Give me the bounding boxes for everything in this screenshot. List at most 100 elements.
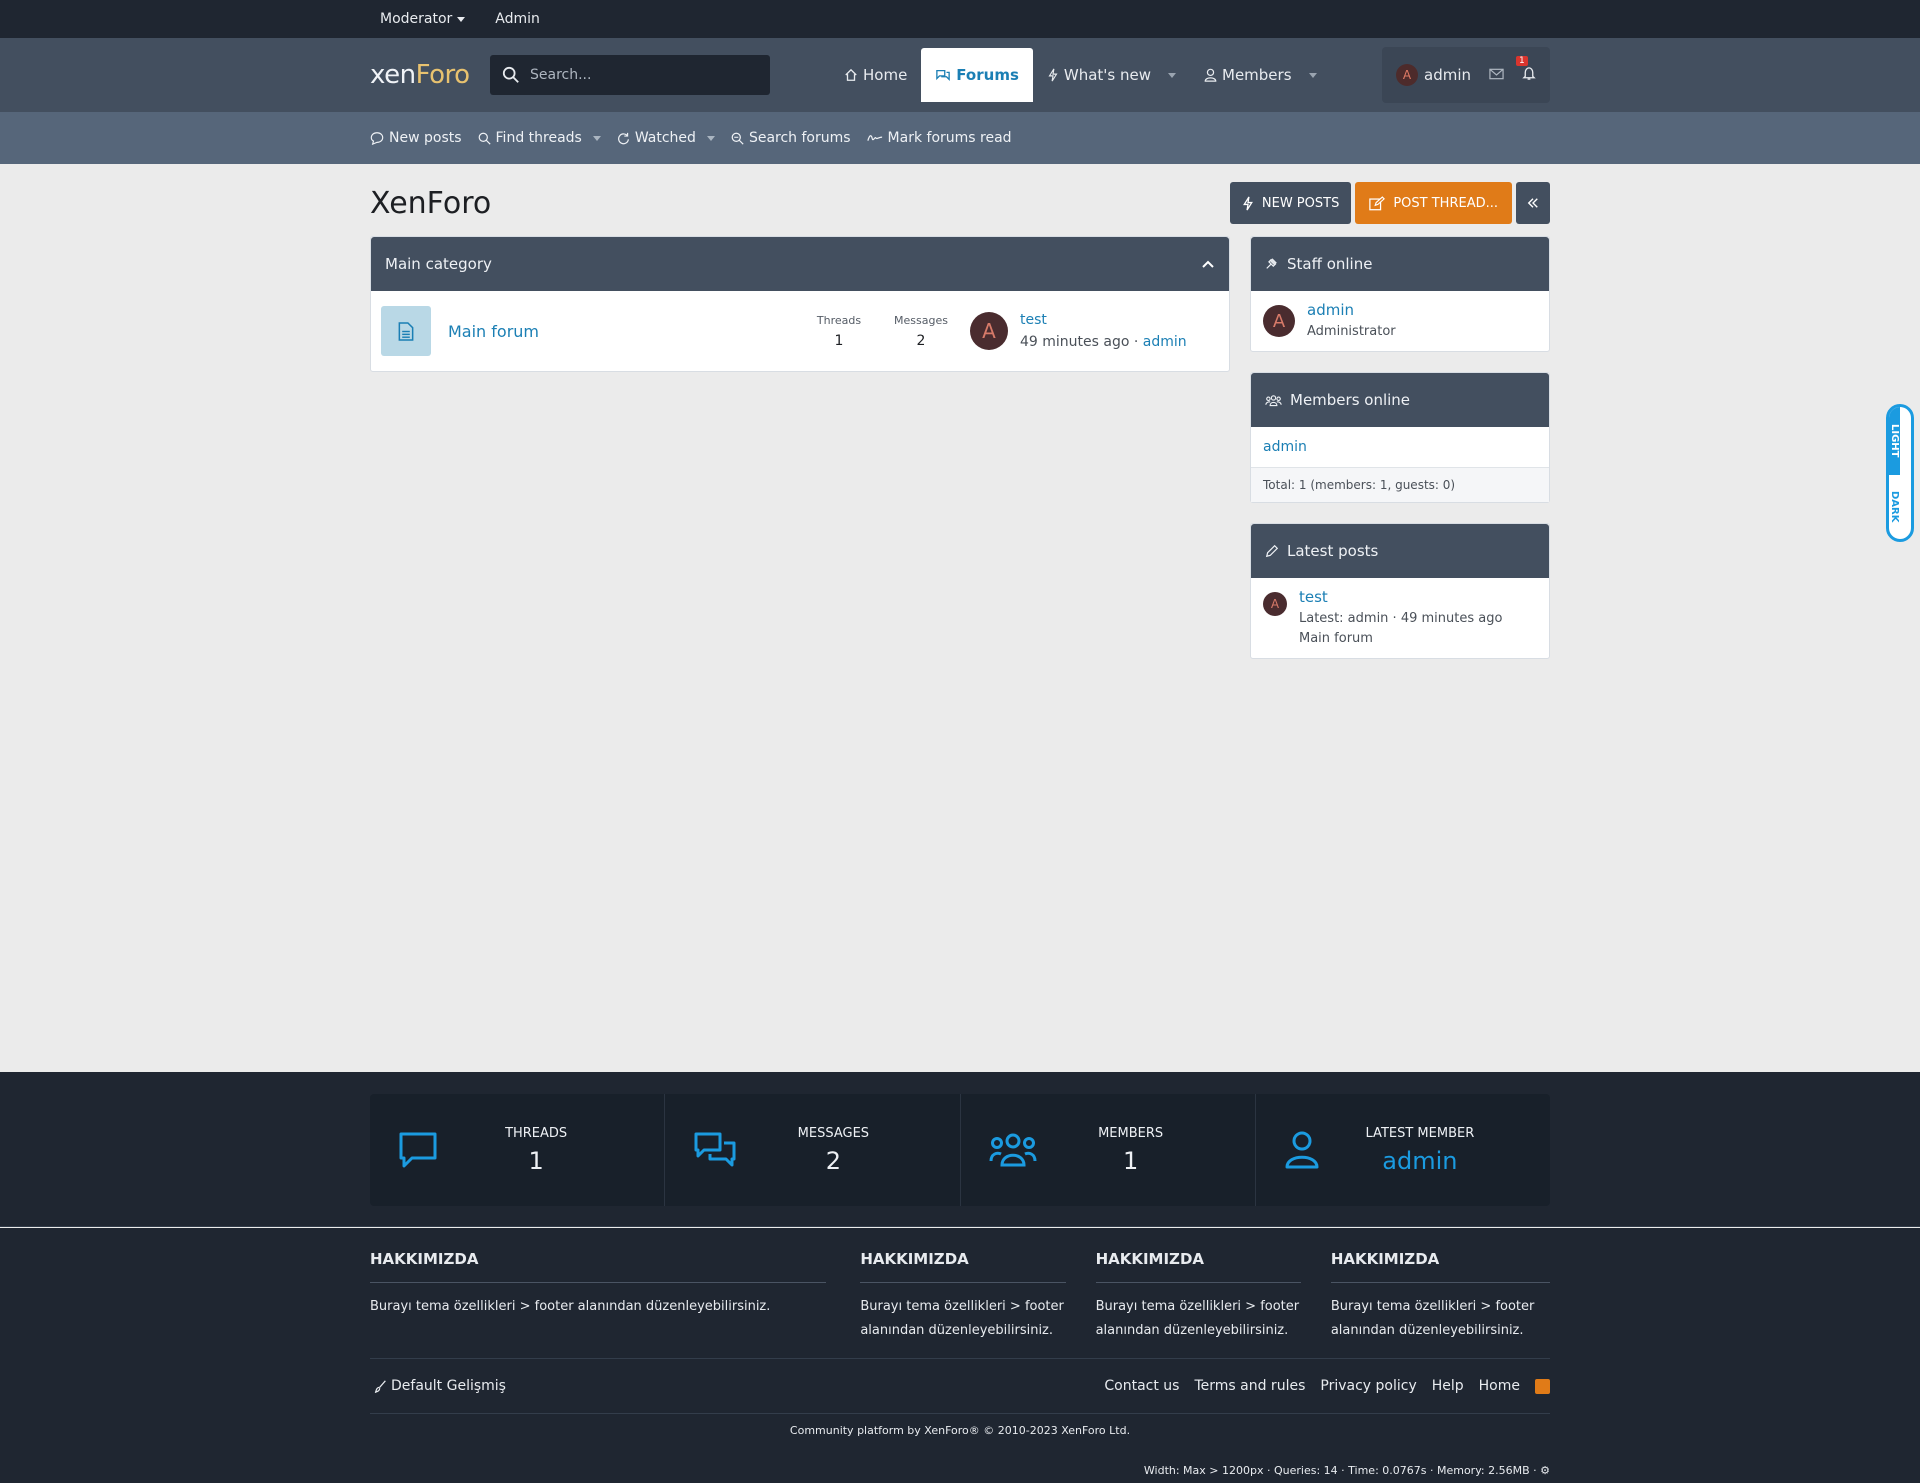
moderator-menu[interactable]: Moderator	[380, 11, 466, 27]
chevron-down-icon[interactable]	[592, 135, 601, 141]
envelope-icon	[1489, 68, 1504, 80]
block-title: Members online	[1290, 391, 1411, 409]
dark-mode-toggle[interactable]: DARK	[1889, 475, 1900, 539]
bolt-icon	[1048, 68, 1058, 82]
search-placeholder: Search...	[530, 67, 592, 83]
users-icon	[1265, 394, 1282, 406]
refresh-icon	[617, 132, 629, 144]
chevron-down-icon[interactable]	[1308, 72, 1317, 78]
site-logo[interactable]: xenForo	[370, 60, 490, 90]
avatar[interactable]: A	[1263, 305, 1295, 337]
avatar: A	[1396, 64, 1418, 86]
search-plus-icon	[731, 132, 744, 145]
latest-post-meta: Latest: admin · 49 minutes ago	[1299, 611, 1503, 626]
forum-node: Main forum Threads 1 Messages 2 A test 4…	[371, 291, 1229, 371]
tab-members[interactable]: Members	[1190, 48, 1331, 102]
toggle-sidebar-button[interactable]	[1516, 182, 1550, 224]
last-post-title[interactable]: test	[1020, 312, 1047, 328]
rss-icon[interactable]	[1535, 1378, 1550, 1394]
watched-link[interactable]: Watched	[617, 130, 715, 146]
alerts-button[interactable]: 1	[1516, 55, 1536, 85]
contact-link[interactable]: Contact us	[1104, 1378, 1179, 1394]
last-post: A test 49 minutes ago · admin	[970, 312, 1187, 350]
bolt-icon	[1242, 196, 1253, 210]
user-icon	[1285, 1131, 1319, 1169]
tab-forums[interactable]: Forums	[921, 48, 1033, 102]
double-chevron-left-icon	[1527, 198, 1538, 208]
inbox-button[interactable]	[1489, 66, 1504, 84]
account-name: admin	[1424, 66, 1471, 84]
theme-switch[interactable]: LIGHT DARK	[1886, 404, 1914, 542]
help-link[interactable]: Help	[1432, 1378, 1464, 1394]
latest-post-title[interactable]: test	[1299, 588, 1328, 606]
moderator-label: Moderator	[380, 11, 453, 27]
online-user-link[interactable]: admin	[1263, 439, 1307, 455]
last-post-time[interactable]: 49 minutes ago	[1020, 334, 1129, 350]
stat-messages: MESSAGES 2	[665, 1094, 961, 1206]
footer-column: HAKKIMIZDA Burayı tema özellikleri > foo…	[1095, 1250, 1301, 1338]
home-icon	[845, 68, 857, 81]
bell-icon	[1522, 66, 1536, 80]
avatar[interactable]: A	[970, 312, 1008, 350]
terms-link[interactable]: Terms and rules	[1194, 1378, 1305, 1394]
sub-nav: New posts Find threads Watched Search fo…	[0, 112, 1920, 164]
footer-column: HAKKIMIZDA Burayı tema özellikleri > foo…	[370, 1250, 827, 1343]
comments-icon	[694, 1132, 736, 1167]
privacy-link[interactable]: Privacy policy	[1320, 1378, 1416, 1394]
new-posts-link[interactable]: New posts	[370, 130, 462, 146]
find-threads-link[interactable]: Find threads	[478, 130, 601, 146]
messages-stat: Messages 2	[894, 313, 948, 349]
search-forums-link[interactable]: Search forums	[731, 130, 851, 146]
comment-icon	[399, 1132, 437, 1168]
style-chooser[interactable]: Default Gelişmiş	[370, 1378, 506, 1394]
edit-icon	[1369, 195, 1386, 210]
home-link[interactable]: Home	[1479, 1378, 1520, 1394]
category-header[interactable]: Main category	[371, 237, 1229, 291]
staff-user-link[interactable]: admin	[1307, 301, 1354, 319]
debug-info: Width: Max > 1200px · Queries: 14 · Time…	[1143, 1464, 1550, 1477]
avatar[interactable]: A	[1263, 592, 1287, 616]
stat-latest-member: LATEST MEMBER admin	[1256, 1094, 1550, 1206]
paint-brush-icon	[374, 1379, 386, 1393]
latest-member-link[interactable]: admin	[1320, 1147, 1520, 1175]
block-title: Latest posts	[1287, 542, 1379, 560]
search-icon	[478, 132, 491, 145]
latest-post-forum[interactable]: Main forum	[1299, 630, 1502, 648]
tab-home[interactable]: Home	[830, 48, 921, 102]
footer-column: HAKKIMIZDA Burayı tema özellikleri > foo…	[860, 1250, 1066, 1338]
copyright[interactable]: Community platform by XenForo® © 2010-20…	[370, 1424, 1550, 1437]
members-online-block: Members online admin Total: 1 (members: …	[1250, 372, 1550, 503]
stat-members: MEMBERS 1	[961, 1094, 1256, 1206]
new-posts-button[interactable]: NEW POSTS	[1229, 182, 1352, 224]
main-nav: Home Forums What's new Members	[830, 38, 1331, 112]
staff-online-block: Staff online A admin Administrator	[1250, 236, 1550, 352]
tab-whats-new[interactable]: What's new	[1033, 48, 1190, 102]
page-title: XenForo	[370, 185, 492, 221]
stat-threads: THREADS 1	[370, 1094, 666, 1206]
chevron-down-icon	[457, 16, 466, 22]
user-icon	[1204, 68, 1217, 82]
post-thread-button[interactable]: POST THREAD...	[1355, 182, 1512, 224]
category-title: Main category	[385, 255, 492, 273]
admin-link[interactable]: Admin	[495, 11, 540, 27]
footer: HAKKIMIZDA Burayı tema özellikleri > foo…	[0, 1228, 1920, 1483]
footer-bar: Default Gelişmiş Contact us Terms and ru…	[370, 1358, 1550, 1414]
chevron-down-icon[interactable]	[1168, 72, 1176, 78]
gavel-icon	[1266, 258, 1277, 269]
forum-title-link[interactable]: Main forum	[448, 322, 798, 341]
alerts-badge: 1	[1516, 55, 1528, 66]
light-mode-toggle[interactable]: LIGHT	[1889, 407, 1900, 475]
mark-read-link[interactable]: Mark forums read	[866, 130, 1012, 146]
account-menu[interactable]: A admin	[1396, 64, 1471, 86]
threads-stat: Threads 1	[816, 313, 862, 349]
chevron-up-icon[interactable]	[1201, 259, 1215, 269]
last-post-user[interactable]: admin	[1143, 334, 1187, 350]
search-input[interactable]: Search...	[490, 55, 770, 95]
online-total: Total: 1 (members: 1, guests: 0)	[1251, 467, 1549, 502]
user-area: A admin 1	[1382, 47, 1550, 103]
forum-stats-band: THREADS 1 MESSAGES 2 MEMBERS 1 LATEST MEMBE…	[0, 1072, 1920, 1227]
comment-icon	[370, 132, 384, 145]
chevron-down-icon[interactable]	[706, 135, 715, 141]
pencil-icon	[1265, 544, 1279, 558]
header: xenForo Search... Home Forums What's new…	[0, 38, 1920, 112]
